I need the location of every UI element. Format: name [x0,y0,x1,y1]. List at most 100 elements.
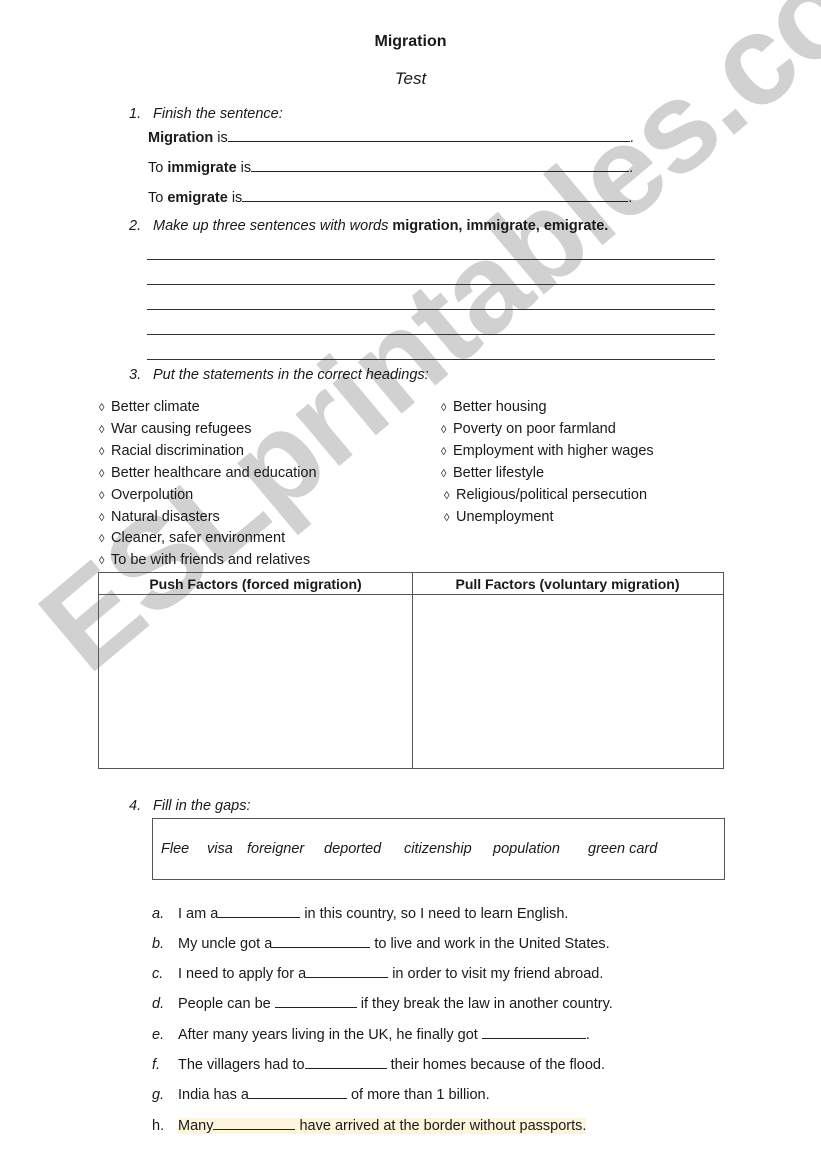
q1-line-pre: To [148,190,168,206]
sentence-post: in order to visit my friend abroad. [388,966,604,982]
writing-line[interactable] [147,334,715,335]
sentence-post: in this country, so I need to learn Engl… [300,906,569,922]
word-bank: Flee visa foreigner deported citizenship… [152,818,725,880]
q1-heading: 1. Finish the sentence: [129,106,283,122]
diamond-icon: ◊ [99,555,105,567]
sentence-pre: After many years living in the UK, he fi… [178,1027,482,1043]
pull-factors-cell[interactable] [413,595,723,768]
statement-item: ◊ Employment with higher wages [441,443,654,459]
q4-heading: 4. Fill in the gaps: [129,798,251,814]
writing-line[interactable] [147,309,715,310]
statement-item: ◊ Religious/political persecution [444,487,647,503]
writing-line[interactable] [147,259,715,260]
statement-item: ◊ Better lifestyle [441,465,544,481]
gap-blank[interactable] [272,933,371,948]
diamond-icon: ◊ [99,446,105,458]
sentence-pre: The villagers had to [178,1057,305,1073]
gap-sentence: c. I need to apply for a in order to visi… [152,963,603,982]
sentence-letter: a. [152,906,165,922]
gap-blank[interactable] [274,993,357,1008]
q1-line-end: . [628,190,633,206]
statement-text: Religious/political persecution [456,487,648,503]
page-title: Migration [374,33,447,50]
statement-text: Cleaner, safer environment [111,530,286,546]
q1-line-emigrate: To emigrate is. [148,187,632,206]
statement-item: ◊ Overpolution [99,487,193,503]
sentence-letter: h. [152,1118,165,1134]
gap-blank[interactable] [248,1084,347,1099]
word-bank-item: citizenship [404,841,472,857]
q2-heading: 2. Make up three sentences with words mig… [129,218,608,234]
sentence-pre: Many [178,1118,214,1134]
word-bank-item: foreigner [247,841,305,857]
statement-item: ◊ Cleaner, safer environment [99,530,285,546]
push-factors-header: Push Factors (forced migration) [99,573,412,595]
answer-blank[interactable] [251,157,630,172]
q1-line-term: emigrate [167,190,228,206]
q4-instruction: Fill in the gaps: [153,798,251,814]
gap-blank[interactable] [218,903,301,918]
diamond-icon: ◊ [441,446,447,458]
statement-text: Natural disasters [111,509,220,525]
writing-line[interactable] [147,284,715,285]
q3-heading: 3. Put the statements in the correct head… [129,367,429,383]
q1-line-term: Migration [148,130,214,146]
diamond-icon: ◊ [99,402,105,414]
word-bank-item: green card [588,841,658,857]
statement-item: ◊ War causing refugees [99,421,252,437]
sentence-pre: My uncle got a [178,936,273,952]
sentence-pre: India has a [178,1087,249,1103]
sentence-letter: f. [152,1057,161,1073]
gap-blank[interactable] [304,1054,387,1069]
gap-blank[interactable] [481,1024,586,1039]
q1-line-post: is [227,190,243,206]
highlighted-sentence: Many have arrived at the border without … [178,1115,587,1134]
pull-factors-header: Pull Factors (voluntary migration) [412,573,723,595]
gap-sentence: e. After many years living in the UK, he … [152,1024,590,1043]
sentence-letter: e. [152,1027,165,1043]
statement-item: ◊ Better housing [441,399,547,415]
sentence-post: to live and work in the United States. [370,936,610,952]
q1-instruction: Finish the sentence: [153,106,283,122]
sentence-pre: People can be [178,996,275,1012]
sentence-letter: g. [152,1087,165,1103]
diamond-icon: ◊ [441,424,447,436]
gap-sentence: b. My uncle got a to live and work in the… [152,933,610,952]
writing-line[interactable] [147,359,715,360]
word-bank-item: Flee [161,841,190,857]
factors-table: Push Factors (forced migration) Pull Fac… [98,572,724,769]
sentence-post: their homes because of the flood. [386,1057,605,1073]
word-bank-item: visa [207,841,233,857]
sentence-post: of more than 1 billion. [346,1087,490,1103]
statement-text: War causing refugees [111,421,252,437]
sentence-pre: I am a [178,906,219,922]
sentence-pre: I need to apply for a [178,966,307,982]
statement-item: ◊ Unemployment [444,509,554,525]
statement-text: Better lifestyle [453,465,545,481]
word-bank-item: population [493,841,560,857]
statement-text: Employment with higher wages [453,443,654,459]
q3-instruction: Put the statements in the correct headin… [153,367,429,383]
diamond-icon: ◊ [99,533,105,545]
q2-keywords: migration, immigrate, emigrate. [392,218,609,234]
q1-line-end: . [629,160,634,176]
push-factors-cell[interactable] [99,595,412,768]
q2-instruction: Make up three sentences with words [153,218,393,234]
gap-sentence: f. The villagers had to their homes becau… [152,1054,605,1073]
diamond-icon: ◊ [99,490,105,502]
statement-text: Better healthcare and education [111,465,317,481]
diamond-icon: ◊ [99,512,105,524]
statement-item: ◊ To be with friends and relatives [99,552,310,568]
q1-line-post: is [236,160,252,176]
statement-item: ◊ Better climate [99,399,200,415]
q3-number: 3. [129,367,142,383]
q1-line-pre: To [148,160,168,176]
statement-item: ◊ Better healthcare and education [99,465,317,481]
sentence-letter: c. [152,966,164,982]
answer-blank[interactable] [227,127,630,142]
gap-blank[interactable] [213,1115,296,1130]
diamond-icon: ◊ [99,424,105,436]
answer-blank[interactable] [242,187,629,202]
gap-blank[interactable] [306,963,389,978]
q1-line-immigrate: To immigrate is. [148,157,633,176]
